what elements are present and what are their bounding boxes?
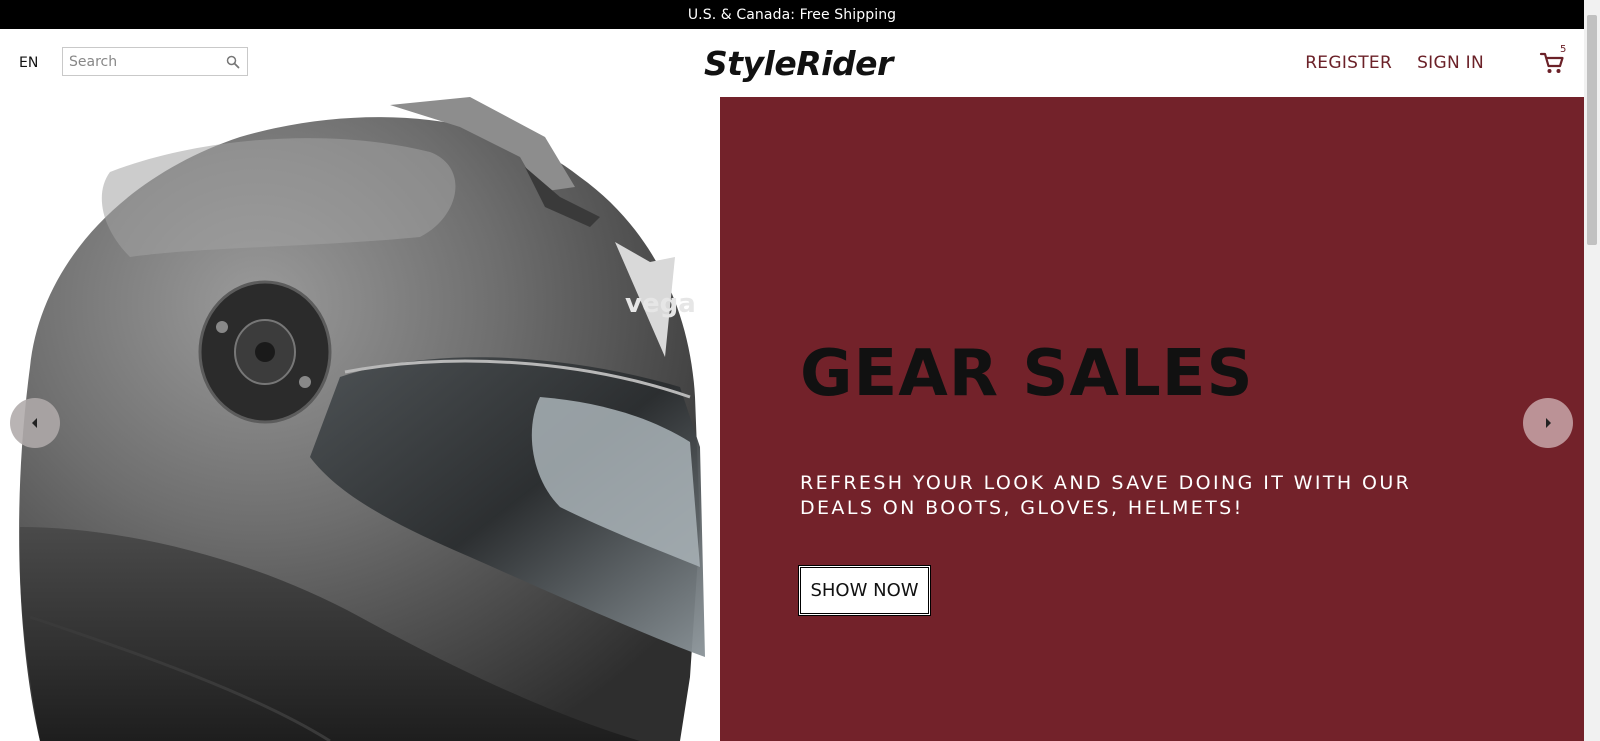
page-scrollbar[interactable] <box>1584 0 1600 741</box>
site-logo[interactable]: StyleRider <box>704 29 893 97</box>
site-header: EN StyleRider REGISTER SIGN IN 5 <box>0 29 1584 97</box>
hero-carousel: vega GEAR SALES REFRESH YOUR LOOK AND SA… <box>0 97 1584 741</box>
helmet-illustration: vega <box>19 97 705 741</box>
scrollbar-thumb[interactable] <box>1587 15 1597 245</box>
announcement-bar: U.S. & Canada: Free Shipping <box>0 0 1584 29</box>
page: U.S. & Canada: Free Shipping EN StyleRid… <box>0 0 1600 741</box>
hero-title: GEAR SALES <box>800 337 1254 411</box>
hero-subtitle: REFRESH YOUR LOOK AND SAVE DOING IT WITH… <box>800 472 1412 519</box>
hero-promo-panel: GEAR SALES REFRESH YOUR LOOK AND SAVE DO… <box>720 97 1584 741</box>
language-selector[interactable]: EN <box>19 29 38 97</box>
search-box <box>62 47 248 76</box>
cart-count-badge: 5 <box>1560 44 1567 55</box>
register-link[interactable]: REGISTER <box>1305 53 1392 73</box>
chevron-right-icon <box>1546 418 1551 428</box>
hero-image-helmet: vega <box>0 97 720 741</box>
carousel-next-button[interactable] <box>1523 398 1573 448</box>
helmet-brand-text: vega <box>625 289 696 319</box>
search-icon[interactable] <box>225 54 241 70</box>
chevron-left-icon <box>32 418 37 428</box>
signin-link[interactable]: SIGN IN <box>1417 53 1484 73</box>
account-nav: REGISTER SIGN IN <box>1305 29 1484 97</box>
carousel-prev-button[interactable] <box>10 398 60 448</box>
show-now-button[interactable]: SHOW NOW <box>799 566 930 615</box>
search-input[interactable] <box>69 53 219 70</box>
announcement-text: U.S. & Canada: Free Shipping <box>687 6 897 23</box>
